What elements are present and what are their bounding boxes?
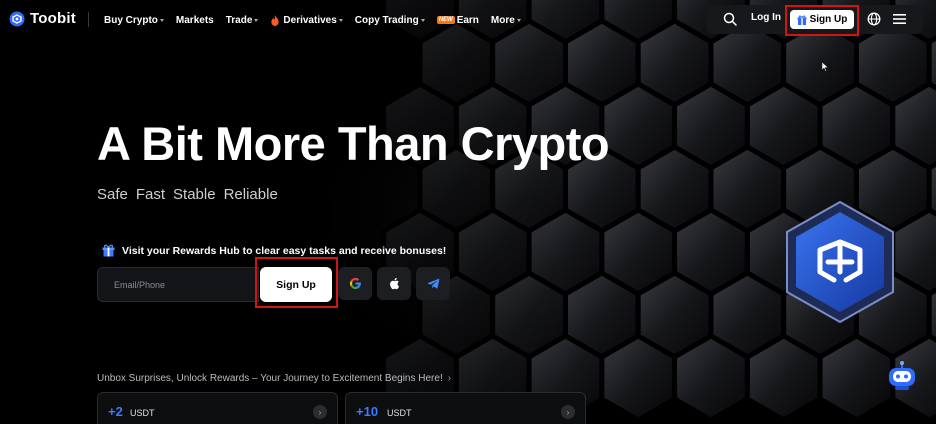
chevron-down-icon <box>516 18 521 22</box>
hero-tag: Stable <box>173 186 216 203</box>
chevron-right-icon: › <box>447 373 452 384</box>
hero-title: A Bit More Than Crypto <box>97 117 610 170</box>
new-badge: NEW <box>436 16 455 24</box>
mouse-cursor-icon <box>822 62 829 72</box>
rewards-hub-link[interactable]: Visit your Rewards Hub to clear easy tas… <box>102 244 446 257</box>
nav-earn[interactable]: NEW Earn <box>436 14 479 26</box>
chevron-down-icon <box>420 18 425 22</box>
nav-trade[interactable]: Trade <box>226 15 259 26</box>
fire-icon <box>271 14 280 26</box>
nav-copy-trading[interactable]: Copy Trading <box>355 15 425 26</box>
promo-headline-link[interactable]: Unbox Surprises, Unlock Rewards – Your J… <box>97 373 451 384</box>
nav-copy-trading-label: Copy Trading <box>354 14 419 26</box>
nav-more-label: More <box>490 14 515 26</box>
header-signup-highlight <box>785 5 859 36</box>
nav-earn-label: Earn <box>456 14 479 26</box>
telegram-icon <box>427 278 439 289</box>
reward-amount: +2 <box>108 404 123 419</box>
reward-unit: USDT <box>130 408 155 418</box>
nav-markets-label: Markets <box>175 14 214 26</box>
reward-card[interactable]: +2 USDT › <box>97 392 338 424</box>
rewards-hub-text: Visit your Rewards Hub to clear easy tas… <box>122 244 447 257</box>
main-menu: Buy Crypto Markets Trade Derivatives Cop… <box>104 0 533 40</box>
nav-buy-crypto-label: Buy Crypto <box>104 14 158 26</box>
hero-tags: Safe Fast Stable Reliable <box>97 186 278 203</box>
telegram-signin-button[interactable] <box>416 267 450 300</box>
reward-amount: +10 <box>356 404 379 419</box>
brand-logo[interactable]: Toobit <box>9 10 76 27</box>
login-button[interactable]: Log In <box>751 12 781 23</box>
nav-buy-crypto[interactable]: Buy Crypto <box>104 15 164 26</box>
reward-card[interactable]: +10 USDT › <box>345 392 586 424</box>
email-phone-input[interactable] <box>97 267 259 302</box>
nav-divider <box>88 12 89 27</box>
nav-more[interactable]: More <box>491 15 521 26</box>
chevron-down-icon <box>338 18 343 22</box>
support-bot-icon[interactable] <box>886 360 918 392</box>
gift-icon <box>102 244 115 257</box>
promo-headline: Unbox Surprises, Unlock Rewards – Your J… <box>97 373 443 384</box>
chevron-right-icon[interactable]: › <box>561 405 575 419</box>
nav-derivatives[interactable]: Derivatives <box>270 14 343 26</box>
hamburger-menu-icon[interactable] <box>893 13 906 25</box>
hero-tag: Fast <box>135 186 166 203</box>
nav-trade-label: Trade <box>225 14 253 26</box>
globe-icon[interactable] <box>867 12 881 26</box>
chevron-down-icon <box>159 18 164 22</box>
nav-derivatives-label: Derivatives <box>283 14 337 26</box>
reward-unit: USDT <box>387 408 412 418</box>
brand-name: Toobit <box>30 10 76 27</box>
google-signin-button[interactable] <box>338 267 372 300</box>
hero-tag: Safe <box>97 186 128 203</box>
toobit-logo-icon <box>9 11 25 26</box>
page: Toobit Buy Crypto Markets Trade Derivati… <box>0 0 936 424</box>
hero-signup-highlight <box>255 257 338 308</box>
hero-tag: Reliable <box>223 186 278 203</box>
search-icon[interactable] <box>723 12 737 26</box>
apple-signin-button[interactable] <box>377 267 411 300</box>
apple-icon <box>389 277 399 290</box>
hero-background <box>0 0 936 424</box>
google-icon <box>349 277 361 290</box>
chevron-down-icon <box>254 18 259 22</box>
chevron-right-icon[interactable]: › <box>313 405 327 419</box>
nav-markets[interactable]: Markets <box>176 15 214 26</box>
